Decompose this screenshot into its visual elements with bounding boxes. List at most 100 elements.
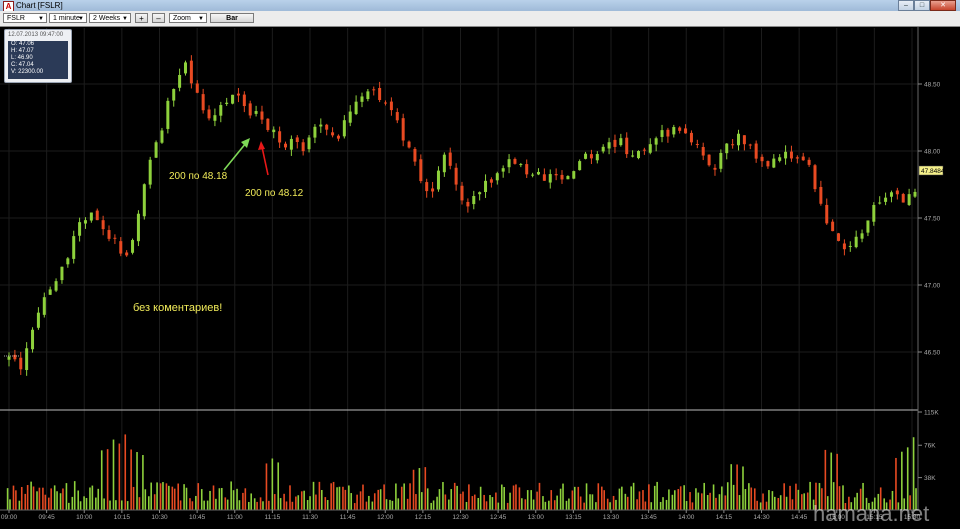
candle-body [372, 89, 376, 91]
candle-body [442, 154, 446, 173]
volume-bar [271, 458, 274, 510]
price-tick-label: 48.50 [924, 82, 941, 89]
volume-bar [385, 499, 388, 510]
volume-bar [350, 493, 353, 510]
candle-body [707, 154, 711, 166]
volume-bar [224, 497, 227, 510]
volume-bar [456, 485, 458, 510]
volume-bar [71, 496, 74, 510]
interval-select[interactable]: 1 minute ▼ [49, 13, 87, 23]
volume-bar [565, 500, 568, 510]
zoom-select[interactable]: Zoom ▼ [169, 13, 207, 23]
candle-body [507, 159, 511, 168]
volume-bar [324, 497, 327, 510]
candle-body [636, 151, 640, 159]
volume-bar [626, 496, 629, 510]
zoom-in-button[interactable]: + [135, 13, 148, 23]
candle-body [584, 153, 588, 159]
volume-bar [409, 483, 411, 510]
volume-bar [203, 500, 205, 510]
chart-area[interactable]: 48.50 48.00 47.50 47.00 46.50 115K 76K 38K 09:… [0, 27, 960, 526]
time-tick-label: 09:00 [1, 514, 18, 521]
volume-bar [491, 497, 494, 510]
range-select[interactable]: 2 Weeks ▼ [89, 13, 131, 23]
volume-bar [230, 481, 232, 510]
watermark: hamana.net [813, 501, 929, 524]
volume-bar [15, 490, 17, 510]
volume-tick-label: 38K [924, 475, 936, 482]
volume-bar [403, 483, 405, 510]
volume-bar [436, 496, 438, 510]
volume-bar [215, 498, 217, 510]
close-button[interactable]: ✕ [930, 0, 956, 11]
volume-bar [748, 483, 750, 510]
volume-bar [644, 501, 647, 510]
candle-body [266, 118, 270, 130]
candle-body [742, 135, 746, 145]
volume-bar [744, 489, 747, 510]
volume-bar [532, 499, 535, 510]
symbol-select[interactable]: FSLR ▼ [3, 13, 47, 23]
volume-bar [509, 492, 511, 510]
volume-bar [144, 489, 147, 510]
volume-bar [383, 484, 385, 510]
volume-bar [344, 489, 347, 510]
title-bar: A Chart [FSLR] – □ ✕ [0, 0, 960, 12]
volume-bar [171, 486, 174, 510]
candle-body [907, 194, 911, 205]
volume-bar [459, 493, 462, 510]
volume-bar [597, 483, 600, 510]
volume-bar [365, 501, 368, 510]
volume-bar [115, 500, 117, 510]
volume-bar [701, 493, 703, 510]
maximize-button[interactable]: □ [914, 0, 930, 11]
price-volume-chart[interactable]: 48.50 48.00 47.50 47.00 46.50 115K 76K 38K 09:… [0, 27, 960, 526]
candle-body [25, 348, 29, 371]
price-tick-label: 48.00 [924, 149, 941, 156]
candle-body [619, 138, 623, 146]
volume-bar [277, 462, 280, 510]
volume-bar [600, 486, 603, 510]
volume-bar [724, 495, 727, 510]
candle-body [307, 137, 311, 150]
volume-bar [797, 489, 800, 510]
candle-body [654, 138, 658, 145]
candle-body [136, 213, 140, 242]
zoom-select-label: Zoom [173, 15, 191, 22]
volume-bar [297, 495, 300, 510]
candle-body [642, 149, 646, 151]
volume-bar [426, 488, 429, 510]
minimize-button[interactable]: – [898, 0, 914, 11]
chart-toolbar: FSLR ▼ 1 minute ▼ 2 Weeks ▼ + – Zoom ▼ Bar [0, 11, 960, 27]
volume-bar [415, 494, 417, 510]
candle-body [213, 115, 217, 121]
volume-bar [100, 450, 103, 510]
volume-bar [506, 502, 509, 510]
volume-bar [732, 484, 735, 510]
candle-body [389, 101, 393, 111]
volume-bar [642, 490, 644, 510]
volume-bar [283, 493, 285, 510]
chart-style-button[interactable]: Bar [210, 13, 254, 23]
candle-body [607, 142, 611, 149]
volume-bar [50, 488, 52, 510]
candle-body [48, 289, 52, 295]
volume-bar [226, 499, 229, 510]
volume-bar [138, 497, 141, 510]
volume-bar [97, 488, 100, 510]
volume-bar [91, 485, 94, 510]
candle-body [454, 167, 458, 185]
candle-body [531, 174, 535, 176]
candle-body [825, 204, 829, 224]
volume-tick-label: 76K [924, 443, 936, 450]
volume-bar [359, 491, 362, 510]
candle-body [83, 220, 87, 224]
zoom-out-button[interactable]: – [152, 13, 165, 23]
volume-bar [379, 489, 382, 510]
current-price-label: 47.8484 [921, 168, 945, 175]
volume-bar [530, 490, 532, 510]
volume-bar [803, 493, 806, 510]
volume-bar [18, 500, 21, 510]
chevron-down-icon: ▼ [122, 16, 128, 22]
volume-bar [232, 490, 235, 510]
